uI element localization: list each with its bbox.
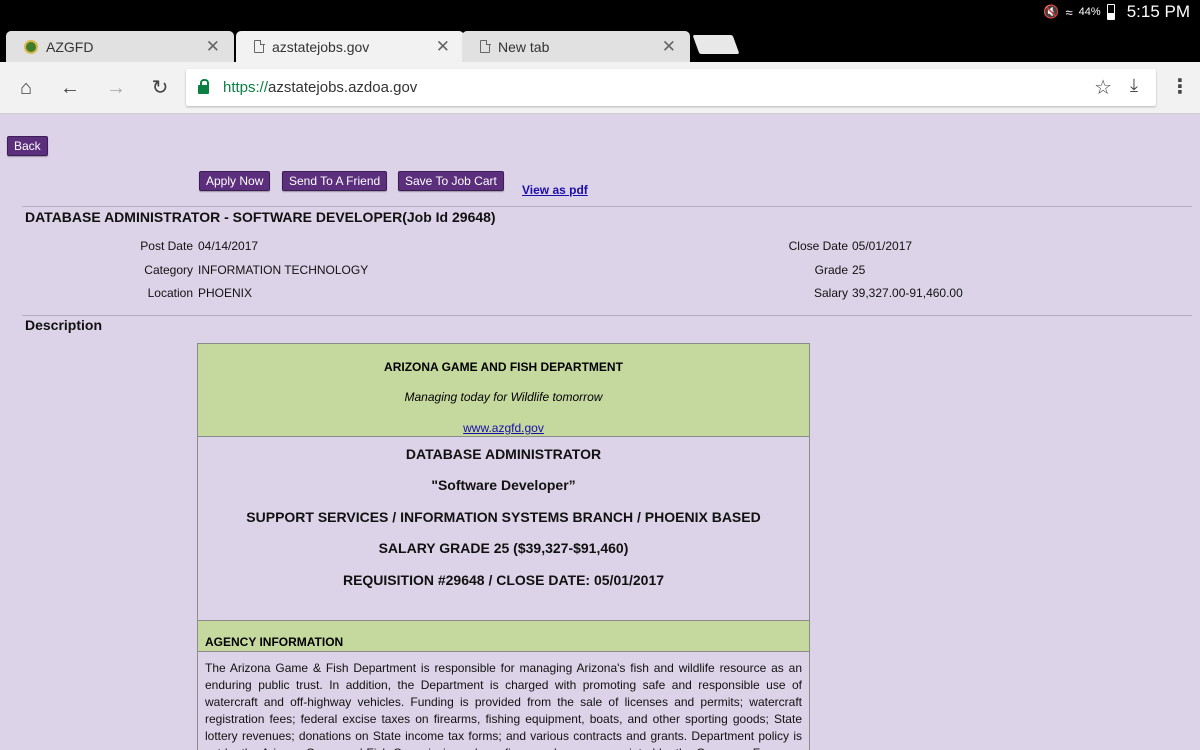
position-requisition: REQUISITION #29648 / CLOSE DATE: 05/01/2… [342, 572, 665, 588]
clock: 5:15 PM [1126, 2, 1190, 21]
divider [22, 315, 1192, 316]
agency-header: ARIZONA GAME AND FISH DEPARTMENT Managin… [198, 344, 809, 437]
page-icon [254, 39, 265, 53]
back-button[interactable]: Back [7, 136, 48, 156]
meta-value: INFORMATION TECHNOLOGY [198, 263, 369, 277]
meta-value: 04/14/2017 [198, 239, 259, 253]
page-icon [480, 39, 491, 53]
new-tab-button[interactable] [692, 35, 740, 54]
reload-icon[interactable]: ↻ [148, 76, 172, 100]
meta-value: PHOENIX [198, 286, 253, 300]
meta-label: Category [144, 263, 193, 277]
description-heading: Description [25, 317, 103, 333]
azgfd-favicon-icon [24, 39, 38, 54]
tab-title: AZGFD [46, 38, 94, 55]
meta-label: Close Date [788, 239, 848, 253]
download-icon[interactable]: ⤓ [1130, 75, 1138, 96]
send-to-friend-button[interactable]: Send To A Friend [282, 171, 388, 191]
tab-new-tab[interactable]: New tab ✕ [462, 31, 690, 62]
lock-icon [198, 79, 209, 94]
tab-azstatejobs[interactable]: azstatejobs.gov ✕ [236, 31, 464, 62]
agency-motto: Managing today for Wildlife tomorrow [404, 390, 603, 404]
home-icon[interactable]: ⌂ [14, 76, 38, 100]
battery-icon [1106, 4, 1115, 20]
description-box: ARIZONA GAME AND FISH DEPARTMENT Managin… [197, 343, 810, 750]
browser-toolbar: ⌂ ← → ↻ https:// azstatejobs.azdoa.gov ☆… [0, 62, 1200, 114]
meta-label: Location [147, 286, 193, 300]
position-subtitle: "Software Developer” [431, 477, 576, 493]
agency-name: ARIZONA GAME AND FISH DEPARTMENT [384, 360, 623, 374]
agency-info-heading: AGENCY INFORMATION [198, 620, 809, 652]
close-icon[interactable]: ✕ [206, 37, 220, 57]
back-arrow-icon[interactable]: ← [58, 76, 82, 100]
meta-value: 05/01/2017 [852, 239, 913, 253]
bookmark-star-icon[interactable]: ☆ [1094, 75, 1112, 100]
wifi-icon: ≈ [1065, 4, 1073, 20]
url-scheme: https:// [223, 79, 269, 96]
page-content: Back Apply Now Send To A Friend Save To … [0, 114, 1200, 750]
status-bar: 🔇 ≈ 44% 5:15 PM [0, 0, 1200, 27]
save-to-job-cart-button[interactable]: Save To Job Cart [398, 171, 504, 191]
tab-azgfd[interactable]: AZGFD ✕ [6, 31, 234, 62]
meta-label: Salary [813, 286, 848, 300]
meta-label: Grade [814, 263, 848, 277]
tab-title: azstatejobs.gov [272, 38, 370, 55]
mute-icon: 🔇 [1043, 4, 1060, 19]
status-indicators: 🔇 ≈ 44% 5:15 PM [1043, 2, 1190, 22]
position-title: DATABASE ADMINISTRATOR [405, 446, 602, 462]
position-salary: SALARY GRADE 25 ($39,327-$91,460) [378, 540, 629, 556]
meta-label: Post Date [140, 239, 193, 253]
meta-value: 39,327.00-91,460.00 [852, 286, 963, 300]
overflow-menu-icon[interactable]: ⋮ [1170, 74, 1190, 99]
address-bar[interactable]: https:// azstatejobs.azdoa.gov ☆ [186, 69, 1156, 106]
apply-now-button[interactable]: Apply Now [199, 171, 271, 191]
tab-title: New tab [498, 38, 550, 55]
position-branch: SUPPORT SERVICES / INFORMATION SYSTEMS B… [246, 509, 761, 525]
meta-value: 25 [852, 263, 866, 277]
close-icon[interactable]: ✕ [662, 37, 676, 57]
tab-strip: AZGFD ✕ azstatejobs.gov ✕ New tab ✕ [0, 27, 1200, 62]
forward-arrow-icon[interactable]: → [104, 76, 128, 100]
agency-website-link[interactable]: www.azgfd.gov [198, 421, 809, 435]
battery-percent: 44% [1078, 6, 1101, 18]
agency-info-text: The Arizona Game & Fish Department is re… [205, 661, 802, 750]
view-as-pdf-link[interactable]: View as pdf [522, 183, 588, 197]
job-title: DATABASE ADMINISTRATOR - SOFTWARE DEVELO… [25, 209, 496, 225]
close-icon[interactable]: ✕ [436, 37, 450, 57]
divider [22, 206, 1192, 207]
url-host: azstatejobs.azdoa.gov [268, 79, 418, 96]
